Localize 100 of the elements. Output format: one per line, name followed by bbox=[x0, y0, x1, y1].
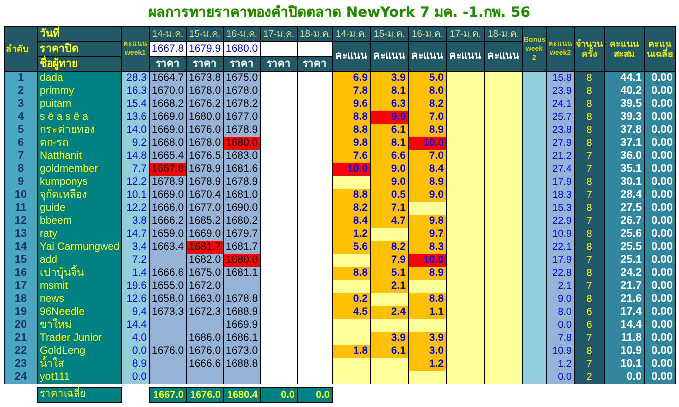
table-cell: 19.6 bbox=[122, 280, 150, 293]
score-cell: 9.0 bbox=[370, 163, 408, 176]
rank-cell: 11 bbox=[4, 202, 38, 215]
score-cell: 10.0 bbox=[408, 254, 446, 267]
table-cell: 22.9 bbox=[546, 215, 574, 228]
score-cell: 7.0 bbox=[408, 150, 446, 163]
price-cell: 1658.0 bbox=[150, 293, 186, 306]
table-cell: 7 bbox=[574, 150, 604, 163]
price-cell: 1681.1 bbox=[224, 267, 260, 280]
rank-cell: 1 bbox=[4, 72, 38, 85]
price-cell: 1681.0 bbox=[224, 189, 260, 202]
price-cell: 1672.0 bbox=[186, 280, 224, 293]
table-cell: 8 bbox=[574, 111, 604, 124]
table-cell: 10.1 bbox=[604, 358, 644, 371]
table-cell: 24.1 bbox=[546, 98, 574, 111]
table-cell: 17.4 bbox=[604, 306, 644, 319]
price-cell: 1677.0 bbox=[186, 202, 224, 215]
price-cell: 1664.7 bbox=[150, 72, 186, 85]
table-cell: 11.8 bbox=[604, 332, 644, 345]
table-cell: 36.0 bbox=[604, 150, 644, 163]
table-cell: 16.3 bbox=[122, 85, 150, 98]
table-cell: 37.8 bbox=[604, 124, 644, 137]
table-cell: 14.7 bbox=[122, 228, 150, 241]
table-cell: 6 bbox=[574, 306, 604, 319]
table-cell: 0.00 bbox=[644, 150, 676, 163]
score-cell: 4.7 bbox=[370, 215, 408, 228]
table-cell: 9.2 bbox=[122, 137, 150, 150]
price-cell: 1675.0 bbox=[224, 72, 260, 85]
score-cell: 9.7 bbox=[408, 228, 446, 241]
table-cell: 0.00 bbox=[644, 267, 676, 280]
table-cell: 14.0 bbox=[122, 124, 150, 137]
rank-cell: 13 bbox=[4, 228, 38, 241]
table-cell: 0.0 bbox=[122, 345, 150, 358]
column-header: 15-ม.ค. bbox=[370, 26, 408, 42]
rank-cell: 18 bbox=[4, 293, 38, 306]
table-cell: 1.2 bbox=[546, 358, 574, 371]
price-cell: 1686.1 bbox=[224, 332, 260, 345]
table-cell: 18.3 bbox=[546, 189, 574, 202]
table-cell: 0.00 bbox=[644, 163, 676, 176]
rank-cell: 12 bbox=[4, 215, 38, 228]
rank-cell: 20 bbox=[4, 319, 38, 332]
price-cell: 1675.0 bbox=[186, 267, 224, 280]
average-price: 1680.4 bbox=[224, 388, 260, 402]
table-cell: 12.6 bbox=[122, 293, 150, 306]
table-cell: 0.0 bbox=[604, 371, 644, 384]
column-header: ชื่อผู้ทาย bbox=[38, 56, 122, 72]
score-cell: 8.8 bbox=[332, 124, 370, 137]
price-cell: 1678.8 bbox=[224, 293, 260, 306]
table-cell: 0.00 bbox=[644, 111, 676, 124]
price-cell: 1667.8 bbox=[150, 163, 186, 176]
price-cell: 1655.0 bbox=[150, 280, 186, 293]
name-cell: Yai Carmungwed bbox=[38, 241, 122, 254]
table-cell: 0.00 bbox=[644, 319, 676, 332]
table-cell: 44.1 bbox=[604, 72, 644, 85]
price-cell: 1680.0 bbox=[186, 111, 224, 124]
table-cell: 40.2 bbox=[604, 85, 644, 98]
price-cell: 1659.0 bbox=[150, 228, 186, 241]
row-label: วันที่ bbox=[38, 26, 122, 42]
table-cell: 7 bbox=[574, 215, 604, 228]
table-cell: 24.2 bbox=[604, 267, 644, 280]
table-cell: 0.00 bbox=[644, 215, 676, 228]
table-cell: 14.4 bbox=[122, 319, 150, 332]
price-cell: 1681.6 bbox=[224, 163, 260, 176]
price-cell: 1678.0 bbox=[224, 85, 260, 98]
score-cell: 8.3 bbox=[408, 241, 446, 254]
table-cell: 12.2 bbox=[122, 202, 150, 215]
name-cell: guide bbox=[38, 202, 122, 215]
price-cell: 1680.2 bbox=[224, 215, 260, 228]
closing-price: 1680.0 bbox=[224, 42, 260, 56]
price-cell: 1680.0 bbox=[224, 137, 260, 150]
rank-cell: 22 bbox=[4, 345, 38, 358]
price-cell: 1676.0 bbox=[186, 345, 224, 358]
table-cell: 0.00 bbox=[644, 137, 676, 150]
score-cell: 6.3 bbox=[370, 98, 408, 111]
price-cell: 1678.9 bbox=[186, 176, 224, 189]
table-cell: 21.7 bbox=[604, 280, 644, 293]
price-cell: 1669.0 bbox=[150, 189, 186, 202]
price-cell: 1686.0 bbox=[186, 332, 224, 345]
score-cell: 8.1 bbox=[370, 137, 408, 150]
table-cell: 8.9 bbox=[122, 358, 150, 371]
table-cell: 28.4 bbox=[604, 189, 644, 202]
price-cell: 1688.9 bbox=[224, 306, 260, 319]
closing-price: 1667.8 bbox=[150, 42, 186, 56]
table-cell: 7.2 bbox=[122, 254, 150, 267]
rank-cell: 8 bbox=[4, 163, 38, 176]
table-cell: 15.3 bbox=[546, 202, 574, 215]
score-cell: 9.6 bbox=[332, 98, 370, 111]
price-cell: 1678.2 bbox=[224, 98, 260, 111]
score-cell: 9.9 bbox=[370, 111, 408, 124]
rank-cell: 2 bbox=[4, 85, 38, 98]
price-cell: 1676.2 bbox=[186, 98, 224, 111]
table-cell: 25.1 bbox=[604, 254, 644, 267]
table-cell: 0.00 bbox=[644, 202, 676, 215]
name-cell: goldmember bbox=[38, 163, 122, 176]
price-cell: 1678.0 bbox=[186, 137, 224, 150]
table-cell: 14.4 bbox=[604, 319, 644, 332]
table-cell: 2 bbox=[574, 371, 604, 384]
score-cell: 4.5 bbox=[332, 306, 370, 319]
price-cell: 1666.0 bbox=[150, 202, 186, 215]
score-cell: 2.4 bbox=[370, 306, 408, 319]
